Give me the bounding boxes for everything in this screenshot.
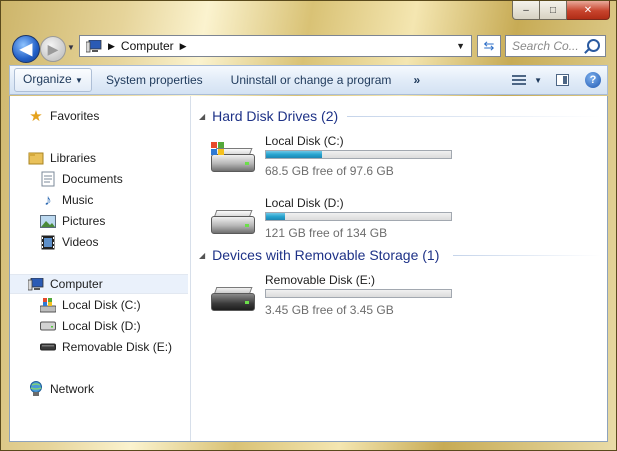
libraries-icon: [28, 150, 44, 166]
search-input[interactable]: Search Co...: [505, 35, 606, 57]
help-icon[interactable]: ?: [585, 72, 601, 88]
organize-label: Organize: [23, 72, 72, 86]
view-options-dropdown[interactable]: ▼: [534, 76, 542, 85]
caption-buttons: – □ ✕: [512, 1, 610, 20]
close-button[interactable]: ✕: [567, 1, 610, 20]
computer-icon: [85, 39, 102, 53]
sidebar-item-label: Pictures: [62, 214, 106, 228]
arrow-left-icon: ◀: [19, 41, 33, 58]
search-icon[interactable]: [587, 39, 600, 52]
removable-drive-icon: [40, 339, 56, 355]
command-bar: Organize ▼ System properties Uninstall o…: [9, 65, 608, 95]
refresh-button[interactable]: ⇆: [477, 35, 501, 57]
sidebar-item-label: Network: [50, 382, 95, 396]
drive-free-space: 121 GB free of 134 GB: [265, 226, 388, 240]
address-bar[interactable]: ▶ Computer ▶ ▼: [79, 35, 472, 57]
drive-name: Local Disk (C:): [265, 134, 344, 148]
drive-free-space: 3.45 GB free of 3.45 GB: [265, 303, 394, 317]
drive-usage-bar: [265, 212, 452, 221]
sidebar-item-label: Local Disk (D:): [62, 319, 141, 333]
star-icon: ★: [29, 108, 43, 125]
drive-free-space: 68.5 GB free of 97.6 GB: [265, 164, 394, 178]
drive-usage-bar: [265, 150, 452, 159]
removable-drive-icon: [211, 287, 257, 315]
sidebar-item-pictures[interactable]: Pictures: [40, 211, 105, 231]
sidebar-item-label: Libraries: [50, 151, 97, 165]
windows-drive-icon: [40, 297, 56, 313]
drive-tile-c[interactable]: Local Disk (C:) 68.5 GB free of 97.6 GB: [203, 134, 453, 184]
sidebar-item-computer[interactable]: Computer: [10, 274, 188, 294]
music-icon: ♪: [44, 191, 52, 209]
uninstall-program-button[interactable]: Uninstall or change a program: [217, 66, 406, 94]
sidebar-item-label: Computer: [50, 277, 103, 291]
sidebar-item-label: Documents: [62, 172, 123, 186]
network-icon: [28, 381, 44, 397]
drive-tile-d[interactable]: Local Disk (D:) 121 GB free of 134 GB: [203, 196, 453, 246]
sidebar-item-local-d[interactable]: Local Disk (D:): [40, 316, 141, 336]
sidebar-item-music[interactable]: ♪ Music: [40, 190, 93, 210]
group-divider: [347, 116, 601, 117]
pictures-icon: [40, 213, 56, 229]
address-history-dropdown[interactable]: ▼: [456, 41, 465, 51]
recent-pages-dropdown[interactable]: ▼: [67, 43, 75, 52]
breadcrumb-computer[interactable]: Computer: [121, 39, 174, 53]
refresh-icon: ⇆: [483, 38, 495, 53]
sidebar-item-label: Local Disk (C:): [62, 298, 141, 312]
maximize-button[interactable]: □: [540, 1, 567, 20]
sidebar-item-videos[interactable]: Videos: [40, 232, 98, 252]
navigation-pane: ★ Favorites Libraries Documents ♪ Music …: [10, 96, 191, 441]
hard-drive-icon: [40, 318, 56, 334]
system-properties-button[interactable]: System properties: [92, 66, 217, 94]
hard-drive-icon: [211, 210, 257, 238]
arrow-right-icon: ▶: [47, 40, 59, 57]
content-area: ★ Favorites Libraries Documents ♪ Music …: [9, 96, 608, 442]
sidebar-item-local-c[interactable]: Local Disk (C:): [40, 295, 141, 315]
collapse-triangle-icon[interactable]: ◢: [199, 112, 205, 121]
group-divider: [453, 255, 601, 256]
windows-drive-icon: [211, 142, 257, 176]
organize-button[interactable]: Organize ▼: [14, 68, 92, 92]
sidebar-item-removable-e[interactable]: Removable Disk (E:): [40, 337, 172, 357]
drive-name: Removable Disk (E:): [265, 273, 376, 287]
drive-name: Local Disk (D:): [265, 196, 344, 210]
minimize-button[interactable]: –: [512, 1, 540, 20]
explorer-window: – □ ✕ ◀ ▶ ▼ ▶ Computer ▶ ▼ ⇆ Search Co..…: [0, 0, 617, 451]
change-view-icon[interactable]: [512, 74, 527, 86]
sidebar-item-label: Favorites: [50, 109, 100, 123]
breadcrumb-separator-icon[interactable]: ▶: [108, 41, 115, 52]
sidebar-item-label: Videos: [62, 235, 99, 249]
drive-usage-fill: [266, 151, 322, 158]
drive-usage-fill: [266, 213, 285, 220]
sidebar-item-label: Music: [62, 193, 94, 207]
navigation-bar: ◀ ▶ ▼ ▶ Computer ▶ ▼ ⇆ Search Co...: [9, 31, 608, 63]
group-header-hard-disks[interactable]: ◢ Hard Disk Drives (2): [199, 106, 338, 126]
documents-icon: [40, 171, 56, 187]
sidebar-item-favorites[interactable]: ★ Favorites: [28, 106, 99, 126]
more-commands-button[interactable]: »: [405, 66, 428, 94]
preview-pane-icon[interactable]: [556, 74, 569, 86]
search-placeholder: Search Co...: [512, 39, 579, 53]
videos-icon: [40, 234, 56, 250]
drives-pane: ◢ Hard Disk Drives (2) Local Disk (C:) 6…: [191, 96, 607, 441]
back-button[interactable]: ◀: [12, 35, 40, 63]
forward-button[interactable]: ▶: [40, 36, 66, 62]
computer-icon: [28, 276, 44, 292]
drive-tile-e[interactable]: Removable Disk (E:) 3.45 GB free of 3.45…: [203, 273, 453, 323]
sidebar-item-documents[interactable]: Documents: [40, 169, 123, 189]
collapse-triangle-icon[interactable]: ◢: [199, 251, 205, 260]
chevron-down-icon: ▼: [75, 76, 83, 85]
drive-usage-bar: [265, 289, 452, 298]
group-header-removable[interactable]: ◢ Devices with Removable Storage (1): [199, 245, 439, 265]
sidebar-item-libraries[interactable]: Libraries: [28, 148, 96, 168]
group-title: Hard Disk Drives (2): [212, 108, 339, 124]
sidebar-item-label: Removable Disk (E:): [62, 340, 173, 354]
breadcrumb-chevron-icon[interactable]: ▶: [180, 41, 187, 52]
sidebar-item-network[interactable]: Network: [28, 379, 94, 399]
group-title: Devices with Removable Storage (1): [212, 247, 440, 263]
